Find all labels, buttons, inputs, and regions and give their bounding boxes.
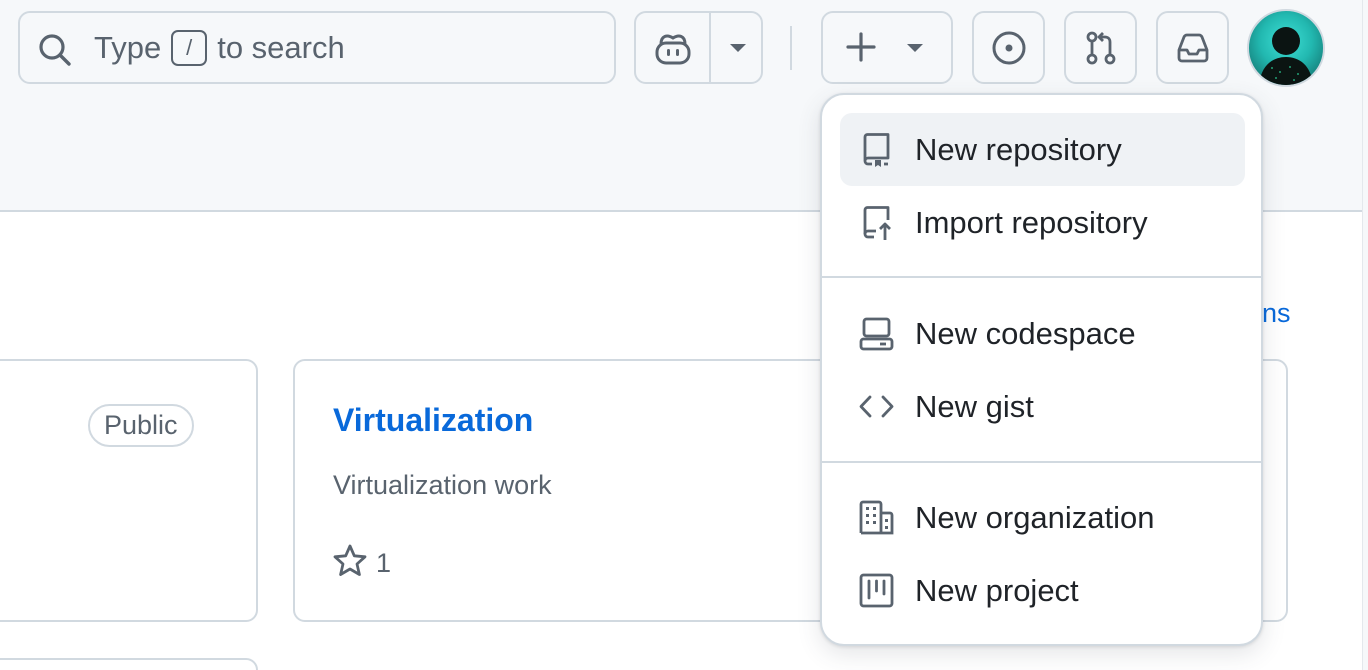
star-icon	[333, 544, 367, 576]
repo-card	[0, 658, 258, 670]
menu-item-label: New repository	[915, 131, 1122, 167]
search-suffix: to search	[217, 29, 345, 65]
repo-card	[0, 359, 258, 622]
partial-link[interactable]: ns	[1262, 298, 1291, 329]
copilot-icon[interactable]	[653, 30, 693, 66]
pull-requests-button[interactable]	[1064, 11, 1137, 84]
menu-item-new-codespace[interactable]: New codespace	[840, 297, 1245, 370]
menu-item-new-organization[interactable]: New organization	[840, 481, 1245, 554]
menu-item-new-repository[interactable]: New repository	[840, 113, 1245, 186]
inbox-button[interactable]	[1156, 11, 1229, 84]
code-icon	[859, 395, 894, 418]
issues-button[interactable]	[972, 11, 1045, 84]
avatar-silhouette	[1259, 27, 1313, 85]
project-icon	[859, 573, 894, 608]
menu-item-import-repository[interactable]: Import repository	[840, 186, 1245, 259]
create-new-menu: New repository Import repository New cod…	[820, 93, 1263, 646]
menu-item-label: New project	[915, 572, 1079, 608]
create-new-button[interactable]	[821, 11, 953, 84]
search-input[interactable]: Type / to search	[18, 11, 616, 84]
plus-icon	[846, 32, 876, 62]
repo-name-link[interactable]: Virtualization	[333, 402, 533, 439]
repo-push-icon	[863, 206, 891, 240]
menu-divider	[822, 461, 1261, 463]
inbox-icon	[1177, 33, 1209, 63]
menu-item-label: New gist	[915, 388, 1034, 424]
chevron-down-icon[interactable]	[726, 40, 750, 56]
menu-item-new-project[interactable]: New project	[840, 554, 1245, 627]
search-placeholder: Type / to search	[94, 13, 345, 82]
menu-divider	[822, 276, 1261, 278]
repo-icon	[863, 133, 890, 167]
organization-icon	[859, 500, 894, 535]
header-divider	[790, 26, 792, 70]
star-count: 1	[376, 548, 392, 578]
copilot-split-divider	[709, 13, 711, 82]
menu-item-label: New codespace	[915, 315, 1136, 351]
scrollbar[interactable]	[1362, 0, 1368, 670]
copilot-button-group	[634, 11, 763, 84]
menu-item-new-gist[interactable]: New gist	[840, 370, 1245, 443]
git-pull-request-icon	[1086, 31, 1116, 65]
chevron-down-icon	[907, 44, 923, 52]
codespaces-icon	[859, 317, 894, 351]
search-icon	[39, 34, 71, 66]
repo-description: Virtualization work	[333, 470, 552, 500]
search-shortcut-key: /	[171, 29, 208, 66]
visibility-badge: Public	[88, 404, 194, 447]
issue-opened-icon	[992, 31, 1026, 65]
avatar[interactable]	[1247, 9, 1325, 87]
menu-item-label: Import repository	[915, 204, 1148, 240]
search-prefix: Type	[94, 29, 162, 65]
menu-item-label: New organization	[915, 499, 1155, 535]
